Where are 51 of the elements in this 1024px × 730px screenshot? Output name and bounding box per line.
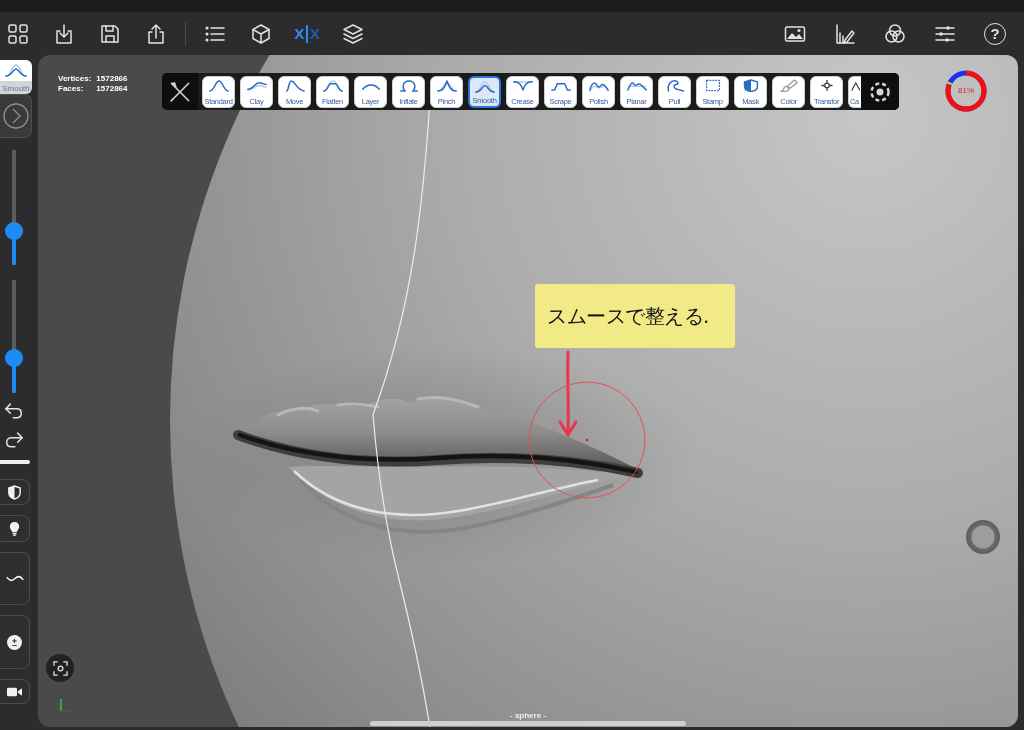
dashed-ring-icon	[868, 79, 892, 104]
redo-icon	[4, 431, 24, 448]
bell-curve-icon	[207, 78, 230, 92]
omega-icon	[397, 78, 420, 92]
plus-minus-icon	[7, 634, 22, 650]
shield-icon	[8, 484, 21, 500]
expand-button[interactable]	[0, 94, 32, 138]
usage-reading: 81%	[957, 86, 975, 96]
slider-handle[interactable]	[5, 221, 23, 240]
layers-icon	[342, 22, 364, 45]
symmetry-button[interactable]: X X	[292, 18, 322, 49]
ruler-pencil-icon	[834, 22, 856, 45]
share-icon	[145, 22, 167, 45]
cube-icon	[250, 22, 272, 45]
stat-value: 1572866	[96, 74, 128, 84]
stat-value: 1572864	[96, 84, 128, 94]
wave-line-icon	[5, 575, 24, 582]
v-curve-icon	[511, 78, 534, 92]
flat-top-curve-icon	[321, 78, 344, 92]
crossed-tools-icon	[168, 79, 192, 104]
stat-label: Vertices:	[58, 74, 92, 84]
tools-button[interactable]	[162, 73, 198, 110]
lighting-button[interactable]	[0, 515, 30, 542]
video-camera-icon	[6, 686, 23, 697]
undo-button[interactable]	[3, 402, 25, 422]
slider-handle[interactable]	[5, 349, 23, 367]
note-text: スムースで整える.	[547, 302, 709, 330]
light-bulb-icon	[9, 520, 20, 537]
save-icon	[99, 22, 121, 45]
frame-view-button[interactable]	[46, 654, 74, 682]
camera-button[interactable]	[0, 679, 30, 704]
usage-ring-icon	[944, 69, 988, 113]
stat-label: Faces:	[58, 84, 85, 94]
download-icon	[53, 22, 75, 45]
stroke-smoothing-button[interactable]	[0, 552, 30, 605]
scene-name: - sphere -	[510, 711, 546, 720]
undo-icon	[4, 402, 24, 419]
axis-gizmo-icon	[57, 698, 71, 712]
grid-icon	[7, 22, 29, 45]
settings-dial-button[interactable]	[861, 73, 899, 110]
overlapping-circles-icon	[884, 22, 906, 45]
paintbrush-icon	[777, 78, 800, 92]
chevron-right-icon	[2, 103, 29, 129]
redo-button[interactable]	[3, 431, 25, 451]
bell-curve-icon	[4, 63, 28, 77]
focus-frame-icon	[52, 660, 68, 676]
skewed-curve-icon	[283, 78, 306, 92]
bell-curve-icon	[473, 79, 496, 93]
sub-toggle-button[interactable]	[0, 615, 30, 669]
mask-toggle-button[interactable]	[0, 479, 30, 505]
peak-curve-icon	[435, 78, 458, 92]
